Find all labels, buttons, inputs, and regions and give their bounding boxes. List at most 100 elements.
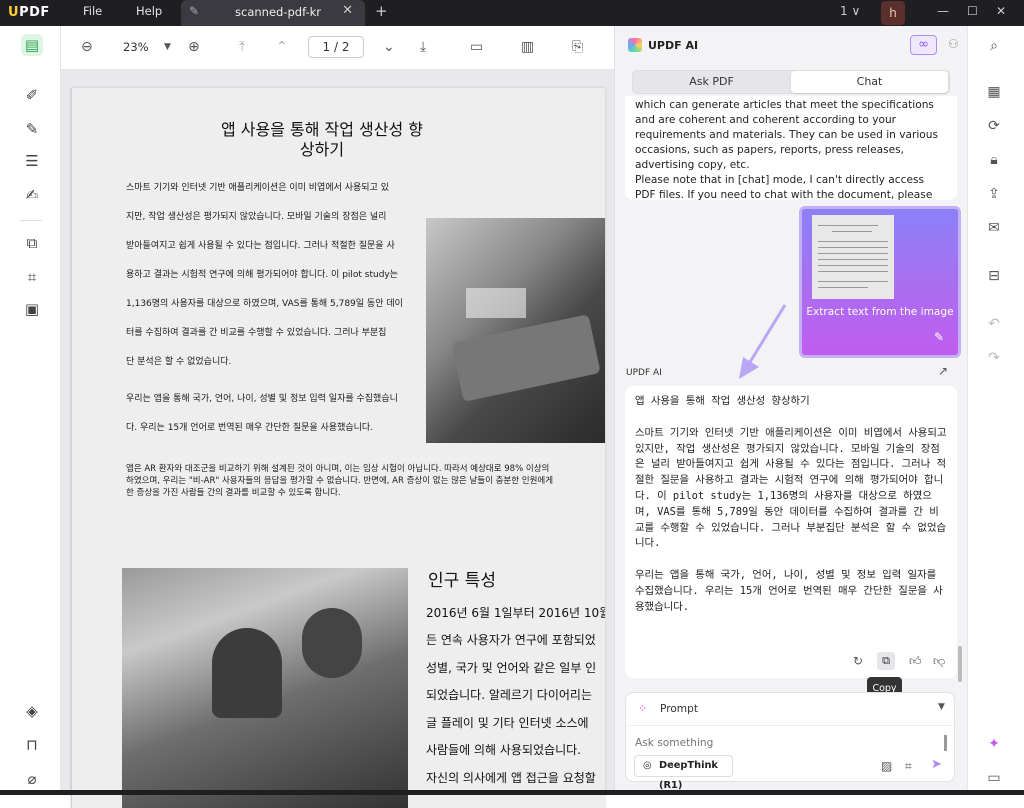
maximize-icon[interactable]: ☐ — [967, 4, 978, 18]
thumbs-up-icon[interactable]: 👍︎ — [909, 654, 922, 669]
redo-icon[interactable]: ↷ — [984, 348, 1004, 368]
fill-sign-icon[interactable]: ✍ — [21, 184, 43, 206]
layers-icon[interactable]: ◈ — [21, 700, 43, 722]
bookmark-icon[interactable]: ⊓ — [21, 734, 43, 756]
page-count[interactable]: 1 ∨ — [840, 4, 860, 18]
attachment-icon[interactable]: ⌀ — [21, 768, 43, 790]
crop-icon[interactable]: ⌗ — [21, 266, 43, 288]
team-photo — [122, 568, 408, 808]
ai-title: UPDF AI — [648, 39, 699, 52]
document-area: ⊖ 23% ▼ ⊕ ⤒ ⌃ 1 / 2 ⌄ ⤓ ▭ ▥ ⎘ 앱 사용을 통해 작… — [61, 26, 614, 808]
doc-line: 지만, 작업 생산성은 평가되지 않았습니다. 모바일 기술의 장점은 널리 — [126, 212, 387, 222]
doc-line: 1,136명의 사용자를 대상으로 하였으며, VAS를 통해 5,789일 동… — [126, 299, 403, 309]
regenerate-icon[interactable]: ↻ — [853, 654, 863, 668]
first-page-icon[interactable]: ⤒ — [239, 38, 245, 56]
page-display-icon[interactable]: ▥ — [521, 38, 534, 56]
tools-icon[interactable]: ▣ — [21, 298, 43, 320]
prompt-selector[interactable]: ⁘ Prompt ▼ — [626, 693, 956, 726]
export-icon[interactable]: ↗ — [938, 364, 948, 378]
share-icon[interactable]: ⇪ — [984, 184, 1004, 204]
new-tab-button[interactable]: + — [375, 2, 388, 20]
mode-switch: Ask PDF Chat — [632, 70, 950, 94]
ask-input[interactable] — [635, 737, 915, 749]
doc-line: 용하고 결과는 시험적 연구에 의해 평가되어야 합니다. 이 pilot st… — [126, 270, 399, 280]
edit-icon[interactable]: ✎ — [934, 330, 944, 344]
menu-file[interactable]: File — [83, 4, 102, 18]
ai-label: UPDF AI — [626, 368, 662, 378]
app-logo: UPDF — [8, 5, 50, 20]
tab-edit-icon: ✎ — [189, 4, 200, 18]
next-page-icon[interactable]: ⌄ — [383, 38, 395, 56]
reader-mode-icon[interactable]: ▤ — [21, 34, 43, 56]
chat-icon[interactable]: ▭ — [984, 768, 1004, 788]
zoom-in-icon[interactable]: ⊕ — [188, 38, 200, 56]
copy-icon[interactable]: ⧉ — [877, 652, 895, 670]
tab-ask-pdf[interactable]: Ask PDF — [633, 71, 790, 93]
response-title: 앱 사용을 통해 작업 생산성 향상하기 — [635, 395, 810, 407]
section-line: 사람들에 의해 사용되었습니다. — [426, 743, 581, 757]
image-caption: Extract text from the image — [806, 306, 954, 318]
crop-screenshot-icon[interactable]: ⌗ — [905, 759, 912, 774]
protect-icon[interactable]: 🔒︎ — [984, 150, 1004, 170]
thumbs-down-icon[interactable]: 👎︎ — [933, 654, 945, 669]
undo-icon[interactable]: ↶ — [984, 314, 1004, 334]
deepthink-icon: ◎ — [643, 760, 652, 771]
search-icon[interactable]: ⌕ — [984, 36, 1004, 56]
office-photo — [426, 218, 605, 443]
comment-icon[interactable]: ✐ — [21, 84, 43, 106]
doc-line: 스마트 기기와 인터넷 기반 애플리케이션은 이미 비엽에서 사용되고 있 — [126, 183, 390, 193]
close-tab-icon[interactable]: ✕ — [342, 3, 353, 18]
presentation-icon[interactable]: ▭ — [470, 38, 483, 56]
section-title: 인구 특성 — [428, 571, 496, 591]
email-icon[interactable]: ✉ — [984, 218, 1004, 238]
infinity-mode-button[interactable]: ∞ — [910, 35, 937, 55]
send-icon[interactable]: ➤ — [931, 757, 942, 772]
chevron-down-icon[interactable]: ▼ — [938, 702, 945, 712]
translate-icon[interactable]: ⎘ — [572, 38, 583, 56]
section-line: 2016년 6월 1일부터 2016년 10월 — [426, 606, 605, 620]
updf-ai-icon[interactable]: ✦ — [984, 734, 1004, 754]
doc-line: 우리는 앱을 통해 국가, 언어, 나이, 성별 및 정보 입력 일자를 수집했… — [126, 394, 398, 404]
section-line: 자신의 의사에게 앱 접근을 요청할 — [426, 771, 596, 785]
user-image-message[interactable]: Extract text from the image ✎ — [799, 206, 961, 358]
ai-header: UPDF AI ∞ ⚇ — [615, 26, 968, 66]
doc-title: 앱 사용을 통해 작업 생산성 향 상하기 — [220, 120, 424, 159]
section-line: 든 연속 사용자가 연구에 포함되었 — [426, 633, 596, 647]
form-icon[interactable]: ☰ — [21, 150, 43, 172]
doc-line: 터를 수집하여 결과를 간 비교를 수행할 수 있었습니다. 그러나 부분집 — [126, 328, 387, 338]
title-bar: UPDF File Help ✎ scanned-pdf-kr ✕ + 1 ∨ … — [0, 0, 1024, 26]
zoom-level[interactable]: 23% — [123, 40, 149, 54]
deepthink-button[interactable]: ◎ DeepThink (R1) — [634, 755, 733, 791]
section-line: 성별, 국가 및 언어와 같은 일부 인 — [426, 661, 597, 675]
robot-icon[interactable]: ⚇ — [948, 37, 959, 51]
scrollbar[interactable] — [958, 646, 962, 682]
prompt-icon: ⁘ — [638, 702, 648, 715]
bottom-edge — [0, 790, 1024, 795]
page-input[interactable]: 1 / 2 — [308, 36, 364, 58]
avatar[interactable]: h — [881, 1, 905, 25]
organize-pages-icon[interactable]: ⧉ — [21, 232, 43, 254]
convert-icon[interactable]: ⟳ — [984, 116, 1004, 136]
document-tab[interactable]: ✎ scanned-pdf-kr ✕ — [181, 0, 365, 26]
prev-page-icon[interactable]: ⌃ — [276, 38, 288, 56]
arrow-annotation-icon — [739, 304, 787, 379]
pdf-page: 앱 사용을 통해 작업 생산성 향 상하기 스마트 기기와 인터넷 기반 애플리케… — [71, 88, 605, 808]
menu-help[interactable]: Help — [136, 4, 162, 18]
doc-toolbar: ⊖ 23% ▼ ⊕ ⤒ ⌃ 1 / 2 ⌄ ⤓ ▭ ▥ ⎘ — [61, 26, 614, 70]
image-upload-icon[interactable]: ▨ — [881, 759, 892, 773]
close-window-icon[interactable]: ✕ — [996, 4, 1006, 18]
ai-message: which can generate articles that meet th… — [625, 96, 957, 200]
doc-line: 한 증상을 가진 사람들 간의 결과를 비교할 수 있도록 합니다. — [126, 488, 341, 498]
zoom-dropdown-icon[interactable]: ▼ — [164, 38, 171, 56]
tab-chat[interactable]: Chat — [791, 71, 948, 93]
tab-label: scanned-pdf-kr — [235, 5, 322, 19]
left-toolbar: ▤ ✐ ✎ ☰ ✍ ⧉ ⌗ ▣ ◈ ⊓ ⌀ — [0, 26, 61, 795]
edit-pdf-icon[interactable]: ✎ — [21, 118, 43, 140]
ocr-icon[interactable]: ▦ — [984, 82, 1004, 102]
zoom-out-icon[interactable]: ⊖ — [81, 38, 93, 56]
save-icon[interactable]: ⊟ — [984, 266, 1004, 286]
minimize-icon[interactable]: — — [937, 4, 949, 18]
updf-ai-logo-icon — [628, 38, 642, 52]
last-page-icon[interactable]: ⤓ — [420, 38, 426, 56]
response-paragraph: 스마트 기기와 인터넷 기반 애플리케이션은 이미 비엽에서 사용되고 있지만,… — [635, 426, 953, 550]
